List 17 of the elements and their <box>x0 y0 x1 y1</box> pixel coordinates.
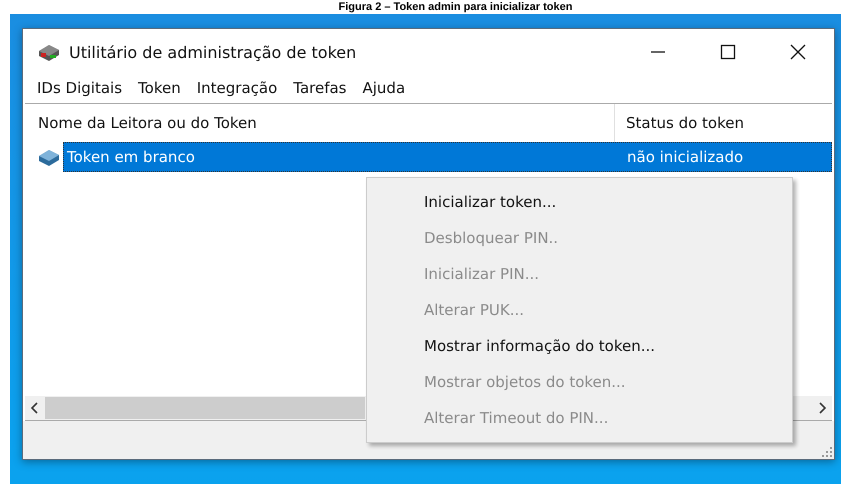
context-menu-item[interactable]: Inicializar token... <box>367 184 792 220</box>
window-title: Utilitário de administração de token <box>69 42 356 62</box>
token-icon <box>37 147 61 167</box>
resize-grip-icon[interactable] <box>822 447 832 457</box>
figure-caption: Figura 2 – Token admin para inicializar token <box>338 0 574 14</box>
menu-item[interactable]: Tarefas <box>293 79 346 97</box>
column-header[interactable]: Status do token <box>615 114 744 132</box>
menu-item[interactable]: IDs Digitais <box>37 79 122 97</box>
scrollbar-thumb[interactable] <box>45 397 365 419</box>
token-reader-icon <box>37 42 61 62</box>
menu-item[interactable]: Token <box>138 79 181 97</box>
context-menu-item[interactable]: Mostrar informação do token... <box>367 328 792 364</box>
menu-item[interactable]: Ajuda <box>362 79 406 97</box>
maximize-icon[interactable] <box>720 44 736 60</box>
menu-item[interactable]: Integração <box>196 79 278 97</box>
close-icon[interactable] <box>790 44 806 60</box>
token-row[interactable]: Token em branco não inicializado <box>63 142 832 172</box>
